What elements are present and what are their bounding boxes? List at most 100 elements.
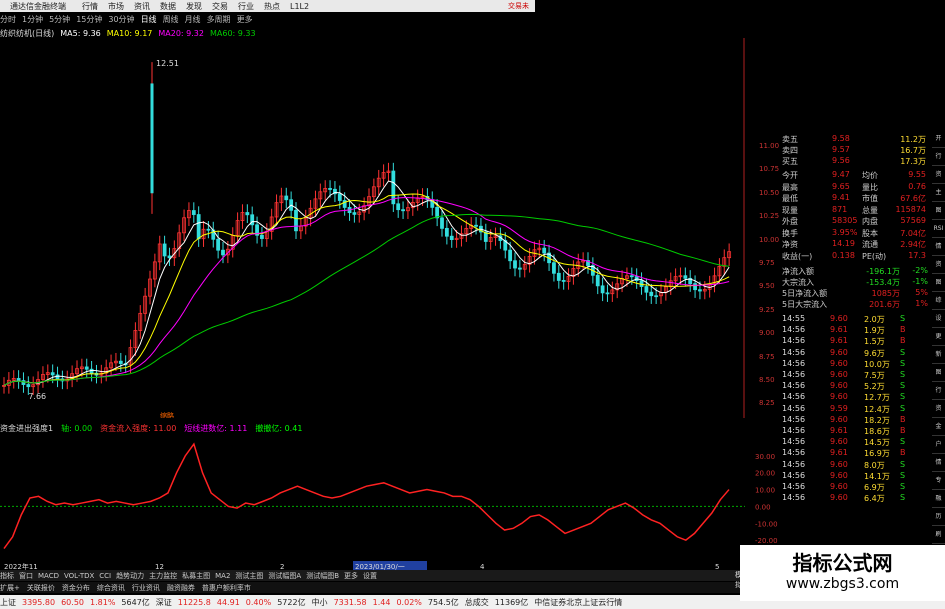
menu-item-l1l2[interactable]: L1L2	[290, 2, 309, 11]
menu-item-market[interactable]: 市场	[108, 1, 124, 12]
side-tool-icon-0[interactable]: 开	[932, 130, 945, 148]
side-tool-icon-8[interactable]: 图	[932, 274, 945, 292]
status-item-12: 1.44	[372, 597, 391, 607]
period-tab-9[interactable]: 更多	[237, 14, 253, 25]
side-tool-icon-4[interactable]: 图	[932, 202, 945, 220]
trade-volume: 6.4万	[864, 494, 885, 504]
candle-body	[162, 243, 167, 257]
period-tab-8[interactable]: 多周期	[207, 14, 231, 25]
side-tool-icon-22[interactable]: 刷	[932, 526, 945, 544]
side-tool-icon-20[interactable]: 融	[932, 490, 945, 508]
indicator-tab-6[interactable]: 主力监控	[149, 571, 177, 581]
side-tool-icon-16[interactable]: 金	[932, 418, 945, 436]
side-tool-icon-1[interactable]: 行	[932, 148, 945, 166]
indicator-tab-3[interactable]: VOL-TDX	[64, 572, 94, 580]
side-tool-icon-14[interactable]: 行	[932, 382, 945, 400]
trade-row: 14:56 9.60 6.4万 S	[782, 493, 930, 504]
trade-volume: 2.0万	[864, 315, 885, 324]
status-item-11: 7331.58	[333, 597, 367, 607]
menu-item-industry[interactable]: 行业	[238, 1, 254, 12]
indicator-tab-0[interactable]: 指标	[0, 571, 14, 581]
indicator-tab-13[interactable]: 设置	[363, 571, 377, 581]
candle-body	[191, 210, 196, 215]
indicator-tab-7[interactable]: 私募主图	[182, 571, 210, 581]
trade-volume: 16.9万	[864, 449, 890, 459]
indicator-tab-11[interactable]: 测试幅图B	[306, 571, 339, 581]
side-tool-icon-5[interactable]: RSI	[932, 220, 945, 238]
menu-item-discover[interactable]: 发现	[186, 1, 202, 12]
flow-value: 201.6万	[869, 300, 900, 309]
period-tab-7[interactable]: 月线	[185, 14, 201, 25]
side-tool-icon-12[interactable]: 新	[932, 346, 945, 364]
period-tab-6[interactable]: 周线	[163, 14, 179, 25]
menu-item-trade[interactable]: 交易	[212, 1, 228, 12]
side-tool-icon-18[interactable]: 情	[932, 454, 945, 472]
x-tick-label: 2023/01/30/一	[355, 563, 405, 571]
menu-item-data[interactable]: 数据	[160, 1, 176, 12]
stat-label-2: PE(动)	[862, 251, 887, 261]
trade-row: 14:56 9.61 18.6万 B	[782, 426, 930, 437]
status-item-15: 总成交	[464, 597, 489, 607]
info-tab-1[interactable]: 关联报价	[27, 583, 55, 593]
indicator-chart[interactable]: 30.00 20.00 10.00 0.00 -10.00 -20.00	[0, 434, 790, 566]
trade-price: 9.60	[830, 482, 848, 491]
trade-price: 9.61	[830, 426, 848, 435]
indicator-tab-12[interactable]: 更多	[344, 571, 358, 581]
indicator-tab-2[interactable]: MACD	[38, 572, 59, 580]
info-tab-0[interactable]: 扩展+	[0, 583, 20, 593]
menu-item-hotspot[interactable]: 热点	[264, 1, 280, 12]
period-tab-2[interactable]: 5分钟	[49, 14, 70, 25]
indicator-label-4: 撤撤亿: 0.41	[255, 423, 303, 433]
period-tab-1[interactable]: 1分钟	[22, 14, 43, 25]
indicator-tab-8[interactable]: MA2	[215, 572, 230, 580]
stat-label: 现量	[782, 205, 798, 215]
indicator-tab-9[interactable]: 测试主图	[235, 571, 263, 581]
side-tool-icon-9[interactable]: 综	[932, 292, 945, 310]
side-tool-icon-6[interactable]: 情	[932, 238, 945, 256]
indicator-tab-5[interactable]: 趋势动力	[116, 571, 144, 581]
stat-value-2: 67.6亿	[900, 194, 926, 203]
period-tab-0[interactable]: 分时	[0, 14, 16, 25]
menu-item-news[interactable]: 资讯	[134, 1, 150, 12]
trade-side: B	[900, 426, 906, 435]
side-tool-icon-19[interactable]: 专	[932, 472, 945, 490]
side-tool-icon-10[interactable]: 设	[932, 310, 945, 328]
info-tab-4[interactable]: 行业资讯	[132, 583, 160, 593]
menu-item-quote[interactable]: 行情	[82, 1, 98, 12]
trade-price: 9.60	[830, 493, 848, 503]
side-tool-icon-7[interactable]: 资	[932, 256, 945, 274]
indicator-tab-10[interactable]: 测试幅图A	[268, 571, 301, 581]
info-tab-2[interactable]: 资金分布	[62, 583, 90, 593]
trade-side: S	[900, 370, 906, 379]
side-tool-icon-15[interactable]: 资	[932, 400, 945, 418]
period-tab-3[interactable]: 15分钟	[76, 14, 102, 25]
side-tool-icon-21[interactable]: 历	[932, 508, 945, 526]
trade-side: S	[900, 381, 906, 391]
period-tab-4[interactable]: 30分钟	[108, 14, 134, 25]
period-tab-5[interactable]: 日线	[141, 14, 157, 25]
info-tab-5[interactable]: 融资融券	[167, 583, 195, 593]
quote-stat-row: 净资 14.19 流通 2.94亿	[782, 239, 930, 251]
trade-row: 14:56 9.59 12.4万 S	[782, 404, 930, 415]
trade-price: 9.60	[830, 459, 848, 469]
side-tool-icon-11[interactable]: 更	[932, 328, 945, 346]
trade-side: S	[900, 358, 906, 368]
status-item-0: 上证	[0, 597, 16, 607]
side-tool-icon-17[interactable]: 户	[932, 436, 945, 454]
stat-label-2: 均价	[862, 171, 878, 180]
indicator-tab-4[interactable]: CCI	[99, 572, 111, 580]
trade-link[interactable]: 交易未	[508, 0, 535, 12]
trade-time: 14:56	[782, 403, 806, 413]
candle-body	[118, 360, 123, 364]
candlestick-chart[interactable]: 12.517.667.94缩略	[0, 38, 745, 418]
info-tab-6[interactable]: 普惠户额利率市	[202, 583, 251, 593]
side-tool-icon-3[interactable]: 主	[932, 184, 945, 202]
trade-row: 14:56 9.61 16.9万 B	[782, 448, 930, 459]
side-tool-icon-13[interactable]: 图	[932, 364, 945, 382]
trade-volume: 5.2万	[864, 382, 885, 392]
indicator-tab-1[interactable]: 窗口	[19, 571, 33, 581]
info-tab-3[interactable]: 综合资讯	[97, 583, 125, 593]
side-tool-icon-2[interactable]: 资	[932, 166, 945, 184]
flow-percent: -1%	[912, 277, 928, 286]
trade-side: S	[900, 459, 906, 469]
